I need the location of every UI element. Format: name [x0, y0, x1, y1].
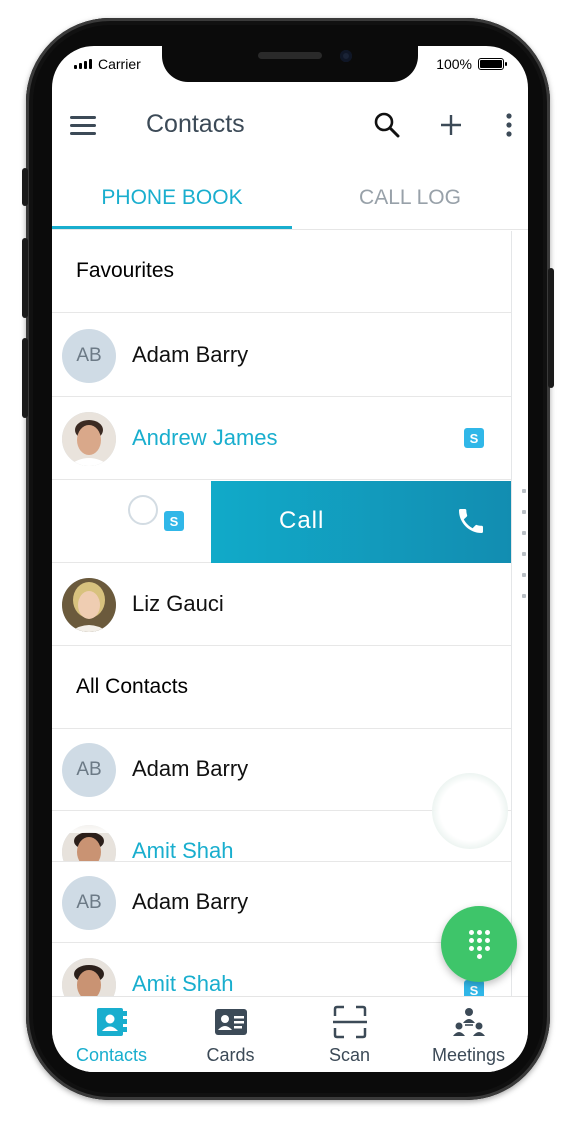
menu-icon[interactable]	[70, 116, 96, 136]
alphabet-index[interactable]	[511, 231, 528, 996]
dialpad-icon	[468, 929, 490, 959]
volume-down-button	[22, 338, 28, 418]
skype-icon[interactable]: S	[464, 428, 484, 448]
bottom-navigation: Contacts Cards Scan Meetings	[52, 996, 528, 1072]
front-camera	[340, 50, 352, 62]
phone-icon	[455, 505, 487, 537]
battery-percent: 100%	[436, 56, 472, 72]
skype-icon: S	[164, 511, 184, 531]
section-title: All Contacts	[76, 675, 189, 698]
list-item[interactable]: Liz Gauci	[52, 564, 511, 646]
contact-name: Adam Barry	[132, 342, 249, 367]
nav-label: Meetings	[431, 1045, 506, 1065]
tab-phone-book[interactable]: PHONE BOOK	[52, 166, 292, 230]
loading-ring	[128, 495, 158, 525]
avatar: AB	[62, 329, 116, 383]
list-item[interactable]: AB Adam Barry	[52, 315, 511, 397]
battery-icon	[478, 58, 507, 70]
meeting-people-icon	[452, 1005, 486, 1039]
tab-call-log[interactable]: CALL LOG	[292, 166, 528, 230]
section-header-all-contacts: All Contacts	[52, 647, 511, 729]
add-icon[interactable]	[436, 110, 466, 140]
scan-frame-icon	[333, 1005, 367, 1039]
nav-label: Scan	[328, 1045, 371, 1065]
avatar	[62, 958, 116, 996]
avatar	[62, 412, 116, 466]
avatar: AB	[62, 743, 116, 797]
call-button[interactable]: Call	[211, 481, 511, 563]
contact-name: Andrew James	[132, 425, 278, 450]
nav-label: Contacts	[75, 1045, 148, 1065]
contact-name: Liz Gauci	[132, 591, 224, 616]
status-bar-left: Carrier	[74, 56, 141, 72]
contact-name: Amit Shah	[132, 971, 234, 996]
more-options-icon[interactable]	[494, 110, 524, 140]
contact-list[interactable]: Favourites AB Adam Barry Andrew James S …	[52, 231, 511, 996]
alphabet-index-letters	[522, 489, 528, 615]
contact-name: Adam Barry	[132, 756, 249, 781]
section-header-favourites: Favourites	[52, 231, 511, 313]
page-title: Contacts	[146, 110, 245, 138]
app-bar: Contacts	[52, 86, 528, 166]
speaker-grille	[258, 52, 322, 59]
notch	[162, 46, 418, 82]
signal-icon	[74, 59, 92, 69]
tabs-divider	[52, 229, 528, 230]
nav-label: Cards	[206, 1045, 255, 1065]
avatar	[62, 578, 116, 632]
carrier-label: Carrier	[98, 56, 141, 72]
nav-scan[interactable]: Scan	[290, 997, 409, 1072]
search-icon[interactable]	[372, 110, 402, 140]
mute-switch	[22, 168, 28, 206]
call-label: Call	[279, 507, 325, 534]
tab-bar: PHONE BOOK CALL LOG	[52, 166, 528, 230]
avatar: AB	[62, 876, 116, 930]
phone-screen: Carrier 100% Contacts PHONE BOOK CALL LO…	[52, 46, 528, 1072]
status-bar-right: 100%	[436, 56, 507, 72]
power-button	[548, 268, 554, 388]
dialpad-fab[interactable]	[441, 906, 517, 982]
section-title: Favourites	[76, 259, 175, 282]
id-card-icon	[214, 1005, 248, 1039]
nav-cards[interactable]: Cards	[171, 997, 290, 1072]
swipe-action-row[interactable]: S Call	[52, 481, 511, 563]
skype-icon[interactable]: S	[464, 980, 484, 996]
list-item[interactable]: Andrew James S	[52, 398, 511, 480]
nav-contacts[interactable]: Contacts	[52, 997, 171, 1072]
fab-shadow	[432, 773, 508, 849]
nav-meetings[interactable]: Meetings	[409, 997, 528, 1072]
volume-up-button	[22, 238, 28, 318]
contacts-book-icon	[95, 1005, 129, 1039]
contact-name: Adam Barry	[132, 889, 249, 914]
